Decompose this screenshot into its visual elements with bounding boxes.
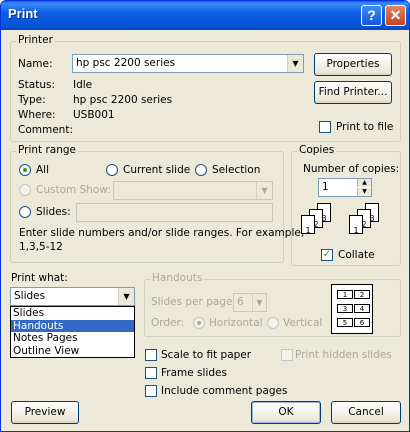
print-to-file-checkbox[interactable] — [319, 121, 331, 133]
help-button[interactable]: ? — [361, 5, 382, 26]
comment-label: Comment: — [18, 124, 73, 136]
ok-button[interactable]: OK — [251, 401, 321, 424]
close-button[interactable]: ✕ — [385, 5, 406, 26]
spin-up-icon[interactable]: ▲ — [357, 179, 371, 187]
chevron-down-icon[interactable]: ▼ — [252, 294, 266, 311]
frame-slides-checkbox[interactable] — [145, 367, 157, 379]
all-radio[interactable] — [19, 164, 31, 176]
option-handouts[interactable]: Handouts — [11, 319, 134, 332]
all-label: All — [36, 164, 50, 176]
title-bar[interactable]: Print ? ✕ — [1, 1, 409, 30]
slides-per-page-select[interactable]: 6 ▼ — [233, 293, 267, 312]
collate-checkbox[interactable]: ✓ — [321, 249, 333, 261]
find-printer-button[interactable]: Find Printer... — [314, 81, 392, 104]
type-label: Type: — [18, 94, 46, 106]
cancel-button[interactable]: Cancel — [331, 401, 401, 424]
current-slide-radio[interactable] — [106, 164, 118, 176]
print-what-value: Slides — [14, 290, 46, 302]
print-hidden-slides-label: Print hidden slides — [295, 349, 392, 361]
printer-legend: Printer — [16, 34, 55, 46]
scale-to-fit-label: Scale to fit paper — [161, 349, 252, 361]
copies-input[interactable]: 1 ▲ ▼ — [318, 178, 372, 197]
print-what-select[interactable]: Slides ▼ — [10, 287, 135, 306]
where-value: USB001 — [73, 109, 115, 121]
slides-per-page-label: Slides per page: — [151, 296, 236, 308]
selection-label: Selection — [212, 164, 261, 176]
slides-radio[interactable] — [19, 206, 31, 218]
print-dialog: Print ? ✕ Printer Name: hp psc 2200 seri… — [0, 0, 410, 432]
vertical-label: Vertical — [283, 317, 323, 329]
print-range-legend: Print range — [16, 144, 79, 156]
handouts-legend: Handouts — [150, 272, 205, 284]
custom-show-select[interactable]: ▼ — [113, 181, 273, 200]
number-of-copies-label: Number of copies: — [303, 163, 400, 175]
include-comments-checkbox[interactable] — [145, 385, 157, 397]
scale-to-fit-checkbox[interactable] — [145, 349, 157, 361]
handout-layout-preview-icon: 1 2 3 4 5 6 — [331, 284, 373, 334]
horizontal-radio[interactable] — [193, 317, 205, 329]
copies-legend: Copies — [297, 144, 337, 156]
print-hidden-slides-checkbox[interactable] — [281, 349, 293, 361]
order-label: Order: — [151, 317, 185, 329]
printer-name-value: hp psc 2200 series — [76, 57, 176, 69]
slide-range-example: 1,3,5-12 — [19, 241, 63, 253]
option-slides[interactable]: Slides — [11, 307, 134, 320]
vertical-radio[interactable] — [267, 317, 279, 329]
status-value: Idle — [73, 79, 93, 91]
dialog-title: Print — [8, 6, 38, 21]
chevron-down-icon[interactable]: ▼ — [118, 288, 134, 305]
include-comments-label: Include comment pages — [161, 385, 288, 397]
chevron-down-icon[interactable]: ▼ — [287, 55, 303, 72]
name-label: Name: — [18, 58, 53, 70]
horizontal-label: Horizontal — [209, 317, 263, 329]
preview-button[interactable]: Preview — [11, 401, 79, 424]
option-outline-view[interactable]: Outline View — [11, 345, 134, 358]
slides-input[interactable] — [76, 203, 273, 222]
printer-name-select[interactable]: hp psc 2200 series ▼ — [72, 54, 304, 73]
status-label: Status: — [18, 79, 55, 91]
slides-label: Slides: — [36, 206, 71, 218]
spin-down-icon[interactable]: ▼ — [357, 188, 371, 196]
properties-button[interactable]: Properties — [314, 53, 392, 76]
type-value: hp psc 2200 series — [73, 94, 173, 106]
current-slide-label: Current slide — [123, 164, 191, 176]
collate-illustration-icon: 3 2 1 3 2 1 — [301, 203, 397, 243]
frame-slides-label: Frame slides — [161, 367, 227, 379]
option-notes-pages[interactable]: Notes Pages — [11, 332, 134, 345]
print-to-file-label: Print to file — [336, 121, 394, 133]
print-what-label: Print what: — [11, 272, 68, 284]
print-what-dropdown-list[interactable]: Slides Handouts Notes Pages Outline View — [10, 306, 135, 358]
collate-label: Collate — [338, 249, 375, 261]
custom-show-radio[interactable] — [19, 184, 31, 196]
slides-per-page-value: 6 — [237, 296, 244, 308]
selection-radio[interactable] — [195, 164, 207, 176]
copies-value: 1 — [322, 181, 329, 193]
custom-show-label: Custom Show: — [36, 184, 111, 196]
where-label: Where: — [18, 109, 56, 121]
chevron-down-icon[interactable]: ▼ — [256, 182, 272, 199]
slide-range-hint: Enter slide numbers and/or slide ranges.… — [19, 227, 305, 239]
